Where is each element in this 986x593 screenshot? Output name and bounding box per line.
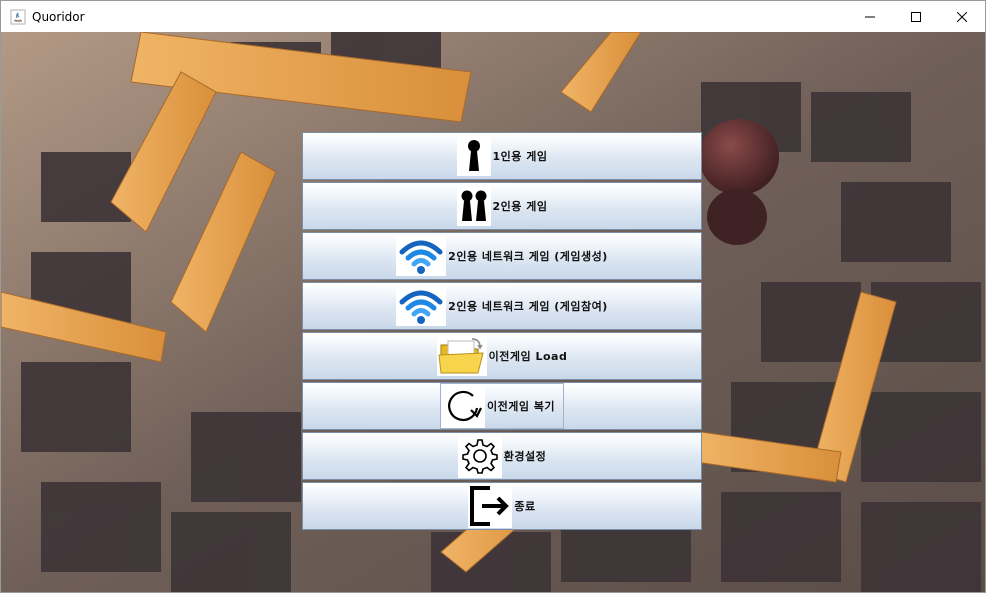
single-player-button[interactable]: 1인용 게임: [302, 132, 702, 180]
menu-item-label: 2인용 네트워크 게임 (게임참여): [448, 300, 608, 313]
menu-item-label: 2인용 네트워크 게임 (게임생성): [448, 250, 608, 263]
single-pawn-icon: [456, 136, 491, 176]
two-player-button[interactable]: 2인용 게임: [302, 182, 702, 230]
minimize-button[interactable]: [847, 1, 893, 32]
exit-button[interactable]: 종료: [302, 482, 702, 530]
main-content: 1인용 게임 2인용 게임 2인용 네트워크 게임 (게임생성) 2인용 네트워…: [1, 32, 985, 592]
wifi-icon: [396, 236, 447, 276]
window-title: Quoridor: [32, 9, 85, 24]
close-button[interactable]: [939, 1, 985, 32]
two-pawns-icon: [456, 186, 491, 226]
menu-item-label: 2인용 게임: [492, 200, 548, 213]
network-create-button[interactable]: 2인용 네트워크 게임 (게임생성): [302, 232, 702, 280]
menu-item-label: 환경설정: [503, 450, 547, 463]
replay-icon: [440, 384, 485, 428]
menu-item-label: 이전게임 Load: [488, 350, 568, 363]
minimize-icon: [865, 16, 875, 17]
network-join-button[interactable]: 2인용 네트워크 게임 (게임참여): [302, 282, 702, 330]
title-bar[interactable]: Quoridor: [1, 1, 985, 32]
app-window: Quoridor 1인용 게임 2인용 게임 2인용 네트워크 게임 (게임생성…: [0, 0, 986, 593]
maximize-icon: [911, 11, 921, 22]
exit-icon: [468, 484, 513, 528]
replay-game-button[interactable]: 이전게임 복기: [302, 382, 702, 430]
load-game-button[interactable]: 이전게임 Load: [302, 332, 702, 380]
java-app-icon: [10, 9, 26, 25]
menu-item-label: 1인용 게임: [492, 150, 548, 163]
maximize-button[interactable]: [893, 1, 939, 32]
wifi-icon: [396, 286, 447, 326]
close-icon: [957, 11, 967, 22]
settings-button[interactable]: 환경설정: [302, 432, 702, 480]
menu-item-label: 종료: [514, 500, 536, 513]
folder-icon: [436, 336, 487, 376]
main-menu: 1인용 게임 2인용 게임 2인용 네트워크 게임 (게임생성) 2인용 네트워…: [302, 132, 702, 532]
gear-icon: [457, 434, 502, 478]
menu-item-label: 이전게임 복기: [486, 400, 556, 413]
